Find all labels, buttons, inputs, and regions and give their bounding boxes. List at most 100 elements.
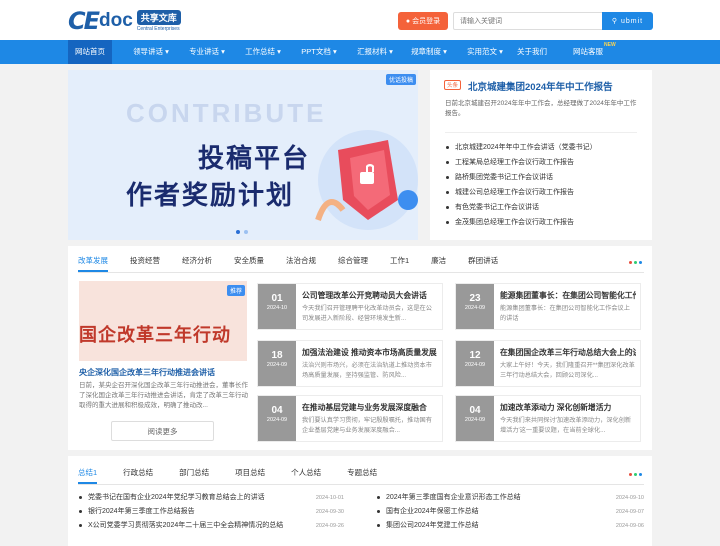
card-desc: 法治兴则市场兴，必须在法治轨道上推动资本市场高质量发展，坚持强监管、防风险... <box>302 362 432 379</box>
tab-integrity[interactable]: 廉洁 <box>431 252 446 272</box>
logo-en: Central Enterprises <box>136 26 180 32</box>
submit-label: ubmit <box>621 17 644 25</box>
card-title[interactable]: 在推动基层党建与业务发展深度融合 <box>302 402 438 413</box>
article-card[interactable]: 01 2024-10 公司管理改革公开竞聘动员大会讲话 今天我们召开管理聘平化改革… <box>257 283 443 330</box>
card-title[interactable]: 加速改革添动力 深化创新增活力 <box>500 402 636 413</box>
tab-safety[interactable]: 安全质量 <box>234 252 264 272</box>
list-item[interactable]: 集团公司2024年党建工作总结 2024-09-06 <box>376 519 644 533</box>
date-ym: 2024-10 <box>266 305 288 311</box>
headline-list: 北京城建2024年年中工作会讲话（党委书记） 工程某局总经理工作会议行政工作报告… <box>445 140 645 230</box>
date-day: 04 <box>271 405 283 416</box>
list-item[interactable]: 有色党委书记工作会议讲话 <box>445 200 645 215</box>
article-card[interactable]: 18 2024-09 加强法治建设 推动资本市场高质量发展 法治兴则市场兴，必须在… <box>257 340 443 387</box>
card-desc: 能源集团董事长：在集团公司智能化工作会议上的讲话 <box>500 305 630 322</box>
logo-doc: doc <box>99 10 133 31</box>
nav-item-service[interactable]: 网站客服 <box>568 40 608 64</box>
feature-pic-text: 国企改革三年行动 <box>79 325 231 345</box>
tab-compliance[interactable]: 法治合规 <box>286 252 316 272</box>
banner-line-1: 投稿平台 <box>198 143 311 173</box>
list-item[interactable]: 路桥集团党委书记工作会议讲话 <box>445 170 645 185</box>
site-logo[interactable]: CE doc 共享文库 Central Enterprises <box>68 7 181 35</box>
list-item-title: X公司党委学习贯彻落实2024年二十届三中全会精神情况的总结 <box>88 522 284 529</box>
main-nav: 网站首页 领导讲话 ▾ 专业讲话 ▾ 工作总结 ▾ PPT文档 ▾ 汇报材料 ▾… <box>0 40 720 64</box>
date-block: 04 2024-09 <box>456 396 494 441</box>
search-icon: ⚲ <box>611 18 618 25</box>
nav-item-report[interactable]: 汇报材料 ▾ <box>350 40 400 64</box>
feature-image[interactable]: 推荐 国企改革三年行动 <box>79 281 247 361</box>
card-title[interactable]: 能源集团董事长：在集团公司智能化工作会 <box>500 290 636 301</box>
submit-button[interactable]: ⚲ ubmit <box>602 12 653 30</box>
contribute-banner[interactable]: CONTRIBUTE 投稿平台 作者奖励计划 优话投稿 <box>68 70 418 240</box>
tab-investment[interactable]: 投资经营 <box>130 252 160 272</box>
feature-title[interactable]: 央企深化国企改革三年行动推进会讲话 <box>79 367 215 378</box>
list-item[interactable]: X公司党委学习贯彻落实2024年二十届三中全会精神情况的总结 2024-09-26 <box>78 519 344 533</box>
search-input[interactable] <box>453 12 603 30</box>
divider <box>78 484 644 485</box>
vip-login-button[interactable]: ● 会员登录 <box>398 12 448 30</box>
list-item-title: 银行2024年第三季度工作总结报告 <box>88 508 195 515</box>
date-ym: 2024-09 <box>266 362 288 368</box>
reform-tabs: 改革发展 投资经营 经济分析 安全质量 法治合规 综合管理 工作1 廉洁 群团讲… <box>78 252 498 272</box>
tab-management[interactable]: 综合管理 <box>338 252 368 272</box>
nav-item-leader-speech[interactable]: 领导讲话 ▾ <box>126 40 176 64</box>
list-item-date: 2024-10-01 <box>315 495 344 501</box>
date-day: 04 <box>469 405 481 416</box>
tab-summary1[interactable]: 总结1 <box>78 464 98 484</box>
more-dots-icon[interactable] <box>629 261 642 264</box>
tab-project-summary[interactable]: 项目总结 <box>235 464 265 484</box>
date-block: 18 2024-09 <box>258 341 296 386</box>
card-title[interactable]: 加强法治建设 推动资本市场高质量发展 <box>302 347 438 358</box>
tab-group-speech[interactable]: 群团讲话 <box>468 252 498 272</box>
tab-personal-summary[interactable]: 个人总结 <box>291 464 321 484</box>
tab-topic-summary[interactable]: 专题总结 <box>347 464 377 484</box>
carousel-dots[interactable] <box>236 230 248 234</box>
card-desc: 大家上午好！今天，我们隆重召开**集团深化改革三年行动总结大会，回顾公司深化..… <box>500 362 635 379</box>
headline-tag: 头条 <box>444 80 462 90</box>
tab-work1[interactable]: 工作1 <box>390 252 409 272</box>
article-card[interactable]: 23 2024-09 能源集团董事长：在集团公司智能化工作会 能源集团董事长：在集… <box>455 283 641 330</box>
feature-desc: 日前，某央企召开深化国企改革三年行动推进会，董事长作了深化国企改革三年行动推进会… <box>79 382 248 409</box>
date-ym: 2024-09 <box>464 417 486 423</box>
headline-title[interactable]: 北京城建集团2024年年中工作报告 <box>468 79 613 93</box>
nav-item-work-summary[interactable]: 工作总结 ▾ <box>238 40 288 64</box>
list-item[interactable]: 2024年第三季度国有企业意识形态工作总结 2024-09-10 <box>376 491 644 505</box>
nav-item-about[interactable]: 关于我们 <box>514 40 550 64</box>
nav-item-templates[interactable]: 实用范文 ▾ <box>460 40 510 64</box>
list-item[interactable]: 城建公司总经理工作会议行政工作报告 <box>445 185 645 200</box>
tab-economy[interactable]: 经济分析 <box>182 252 212 272</box>
list-item[interactable]: 党委书记在国有企业2024年党纪学习教育总结会上的讲话 2024-10-01 <box>78 491 344 505</box>
banner-tag: 优话投稿 <box>385 74 416 85</box>
divider <box>445 132 637 133</box>
more-dots-icon[interactable] <box>629 473 642 476</box>
carousel-dot[interactable] <box>244 230 248 234</box>
list-item[interactable]: 工程某局总经理工作会议行政工作报告 <box>445 155 645 170</box>
list-item[interactable]: 国有企业2024年保密工作总结 2024-09-07 <box>376 505 644 519</box>
logo-mark: CE <box>68 7 100 35</box>
nav-item-ppt[interactable]: PPT文档 ▾ <box>294 40 344 64</box>
summary-section: 总结1 行政总结 部门总结 项目总结 个人总结 专题总结 党委书记在国有企业20… <box>68 456 652 546</box>
nav-item-rules[interactable]: 规章制度 ▾ <box>404 40 454 64</box>
nav-item-home[interactable]: 网站首页 <box>68 40 112 64</box>
card-title[interactable]: 在集团国企改革三年行动总结大会上的讲话 <box>500 347 636 358</box>
list-item[interactable]: 北京城建2024年年中工作会讲话（党委书记） <box>445 140 645 155</box>
tab-dept-summary[interactable]: 部门总结 <box>179 464 209 484</box>
site-header: CE doc 共享文库 Central Enterprises ● 会员登录 ⚲… <box>0 0 720 40</box>
article-card[interactable]: 12 2024-09 在集团国企改革三年行动总结大会上的讲话 大家上午好！今天，我… <box>455 340 641 387</box>
list-item[interactable]: 银行2024年第三季度工作总结报告 2024-09-30 <box>78 505 344 519</box>
nav-item-pro-speech[interactable]: 专业讲话 ▾ <box>182 40 232 64</box>
date-day: 23 <box>469 293 481 304</box>
tab-reform[interactable]: 改革发展 <box>78 252 108 272</box>
list-item[interactable]: 金茂集团总经理工作会议行政工作报告 <box>445 215 645 230</box>
card-title[interactable]: 公司管理改革公开竞聘动员大会讲话 <box>302 290 438 301</box>
article-card[interactable]: 04 2024-09 在推动基层党建与业务发展深度融合 我们要认真学习贯彻，牢记殷… <box>257 395 443 442</box>
card-desc: 我们要认真学习贯彻，牢记殷殷嘱托，推动国有企业基层党建与业务发展深度融合... <box>302 417 432 434</box>
carousel-dot[interactable] <box>236 230 240 234</box>
tab-admin-summary[interactable]: 行政总结 <box>123 464 153 484</box>
article-card[interactable]: 04 2024-09 加速改革添动力 深化创新增活力 今天我们来共同探讨'加速改革… <box>455 395 641 442</box>
list-item-title: 国有企业2024年保密工作总结 <box>386 508 479 515</box>
date-block: 12 2024-09 <box>456 341 494 386</box>
read-more-button[interactable]: 阅读更多 <box>111 421 214 441</box>
card-desc: 今天我们召开管理聘平化改革动员会，这是在公司发展进入新阶段、经营环境发生新... <box>302 305 432 322</box>
list-item-title: 集团公司2024年党建工作总结 <box>386 522 479 529</box>
feature-tag: 推荐 <box>226 285 245 296</box>
